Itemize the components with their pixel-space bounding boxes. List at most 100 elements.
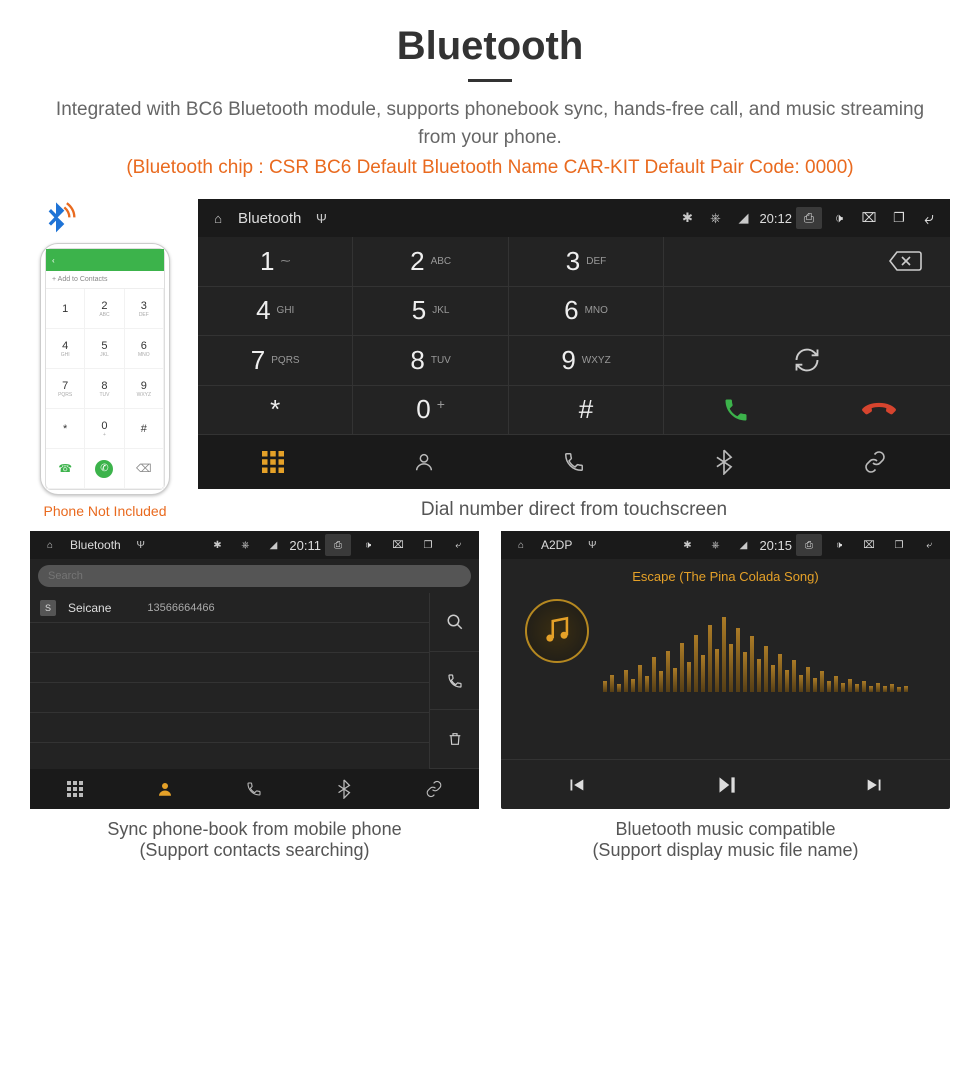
music-panel: ⌂ A2DP Ψ ✱ ⎈ ◢ 20:15 ⎙ 🕩 ⌧ ❐ ⤶ Escape (T…: [501, 531, 950, 865]
key-star[interactable]: *: [198, 386, 353, 436]
back-icon[interactable]: ⤶: [916, 534, 942, 556]
phonebook-topbar: ⌂ Bluetooth Ψ ✱ ⎈ ◢ 20:11 ⎙ 🕩 ⌧ ❐ ⤶: [30, 531, 479, 559]
refresh-button[interactable]: [664, 336, 950, 386]
bluetooth-status-icon: ✱: [675, 540, 699, 551]
track-title: Escape (The Pina Colada Song): [632, 569, 818, 584]
tab-recent-calls[interactable]: [499, 435, 649, 489]
next-track-button[interactable]: [800, 760, 950, 809]
add-contact-row: + Add to Contacts: [46, 271, 164, 289]
tab-keypad[interactable]: [30, 769, 120, 809]
volume-icon[interactable]: 🕩: [826, 207, 852, 229]
location-icon: ⎈: [703, 540, 727, 551]
page-title: Bluetooth: [40, 24, 940, 69]
phonebook-caption: Sync phone-book from mobile phone (Suppo…: [30, 809, 479, 865]
tab-recent-calls[interactable]: [210, 769, 300, 809]
dialer-bottom-nav: [198, 435, 950, 489]
key-4[interactable]: 4GHI: [198, 287, 353, 337]
backspace-button[interactable]: [664, 237, 950, 287]
title-divider: [468, 79, 512, 82]
home-icon[interactable]: ⌂: [509, 540, 533, 551]
phone-topbar: ‹: [46, 249, 164, 271]
tab-contacts[interactable]: [348, 435, 498, 489]
contact-initial: S: [40, 600, 56, 616]
clock: 20:12: [759, 211, 792, 226]
delete-contact-button[interactable]: [429, 710, 479, 769]
contact-list: S Seicane 13566664466: [30, 593, 429, 769]
play-pause-button[interactable]: [651, 760, 801, 809]
music-caption: Bluetooth music compatible (Support disp…: [501, 809, 950, 865]
contact-row-empty: [30, 653, 429, 683]
key-7[interactable]: 7PQRS: [198, 336, 353, 386]
contact-row[interactable]: S Seicane 13566664466: [30, 593, 429, 623]
bluetooth-status-icon: ✱: [205, 540, 229, 551]
camera-icon[interactable]: ⎙: [325, 534, 351, 556]
wifi-icon: ◢: [731, 540, 755, 551]
app-title: Bluetooth: [238, 210, 301, 227]
recents-icon[interactable]: ❐: [415, 534, 441, 556]
tab-link[interactable]: [800, 435, 950, 489]
key-5[interactable]: 5JKL: [353, 287, 508, 337]
description: Integrated with BC6 Bluetooth module, su…: [50, 96, 930, 151]
search-button[interactable]: [429, 593, 479, 652]
wifi-icon: ◢: [731, 210, 755, 226]
location-icon: ⎈: [703, 210, 727, 226]
recents-icon[interactable]: ❐: [886, 207, 912, 229]
camera-icon[interactable]: ⎙: [796, 207, 822, 229]
wifi-icon: ◢: [261, 540, 285, 551]
home-icon[interactable]: ⌂: [206, 211, 230, 226]
spec-line: (Bluetooth chip : CSR BC6 Default Blueto…: [40, 157, 940, 179]
phone-keypad: 1 2ABC 3DEF 4GHI 5JKL 6MNO 7PQRS 8TUV 9W…: [46, 289, 164, 489]
volume-icon[interactable]: 🕩: [826, 534, 852, 556]
dialer-topbar: ⌂ Bluetooth Ψ ✱ ⎈ ◢ 20:12 ⎙ 🕩 ⌧ ❐ ⤶: [198, 199, 950, 237]
contact-row-empty: [30, 623, 429, 653]
bluetooth-status-icon: ✱: [675, 210, 699, 226]
music-topbar: ⌂ A2DP Ψ ✱ ⎈ ◢ 20:15 ⎙ 🕩 ⌧ ❐ ⤶: [501, 531, 950, 559]
phone-call-icon: ✆: [95, 460, 113, 478]
phonebook-panel: ⌂ Bluetooth Ψ ✱ ⎈ ◢ 20:11 ⎙ 🕩 ⌧ ❐ ⤶: [30, 531, 479, 865]
music-bluetooth-icon: [525, 599, 589, 663]
recents-icon[interactable]: ❐: [886, 534, 912, 556]
volume-icon[interactable]: 🕩: [355, 534, 381, 556]
back-icon[interactable]: ⤶: [916, 207, 942, 229]
prev-track-button[interactable]: [501, 760, 651, 809]
home-icon[interactable]: ⌂: [38, 540, 62, 551]
call-contact-button[interactable]: [429, 652, 479, 711]
equalizer-visual: [603, 612, 908, 692]
key-8[interactable]: 8TUV: [353, 336, 508, 386]
contact-number: 13566664466: [147, 602, 214, 614]
camera-icon[interactable]: ⎙: [796, 534, 822, 556]
tab-bluetooth[interactable]: [649, 435, 799, 489]
usb-icon: Ψ: [309, 211, 333, 226]
key-2[interactable]: 2ABC: [353, 237, 508, 287]
usb-icon: Ψ: [129, 540, 153, 551]
phone-caption: Phone Not Included: [44, 503, 167, 519]
dial-keypad: 1⁓ 2ABC 3DEF 4GHI 5JKL 6MNO 7PQRS 8TUV 9…: [198, 237, 664, 435]
phone-illustration: ‹ + Add to Contacts 1 2ABC 3DEF 4GHI 5JK…: [30, 199, 180, 525]
back-icon[interactable]: ⤶: [445, 534, 471, 556]
back-icon: ‹: [52, 256, 55, 265]
key-hash[interactable]: #: [509, 386, 664, 436]
location-icon: ⎈: [233, 540, 257, 551]
page-header: Bluetooth Integrated with BC6 Bluetooth …: [0, 0, 980, 189]
phone-device: ‹ + Add to Contacts 1 2ABC 3DEF 4GHI 5JK…: [40, 243, 170, 495]
tab-link[interactable]: [389, 769, 479, 809]
headunit-dialer: ⌂ Bluetooth Ψ ✱ ⎈ ◢ 20:12 ⎙ 🕩 ⌧ ❐ ⤶ 1⁓ 2…: [198, 199, 950, 489]
tab-contacts[interactable]: [120, 769, 210, 809]
search-input[interactable]: [38, 565, 471, 587]
key-3[interactable]: 3DEF: [509, 237, 664, 287]
close-app-icon[interactable]: ⌧: [385, 534, 411, 556]
hangup-button[interactable]: [807, 386, 950, 436]
tab-bluetooth[interactable]: [299, 769, 389, 809]
call-button[interactable]: [664, 386, 807, 436]
close-app-icon[interactable]: ⌧: [856, 207, 882, 229]
bluetooth-signal-icon: [36, 199, 76, 239]
key-0[interactable]: 0+: [353, 386, 508, 436]
contact-name: Seicane: [68, 601, 111, 615]
tab-keypad[interactable]: [198, 435, 348, 489]
key-9[interactable]: 9WXYZ: [509, 336, 664, 386]
close-app-icon[interactable]: ⌧: [856, 534, 882, 556]
contact-row-empty: [30, 713, 429, 743]
dialer-caption: Dial number direct from touchscreen: [198, 489, 950, 525]
key-1[interactable]: 1⁓: [198, 237, 353, 287]
key-6[interactable]: 6MNO: [509, 287, 664, 337]
